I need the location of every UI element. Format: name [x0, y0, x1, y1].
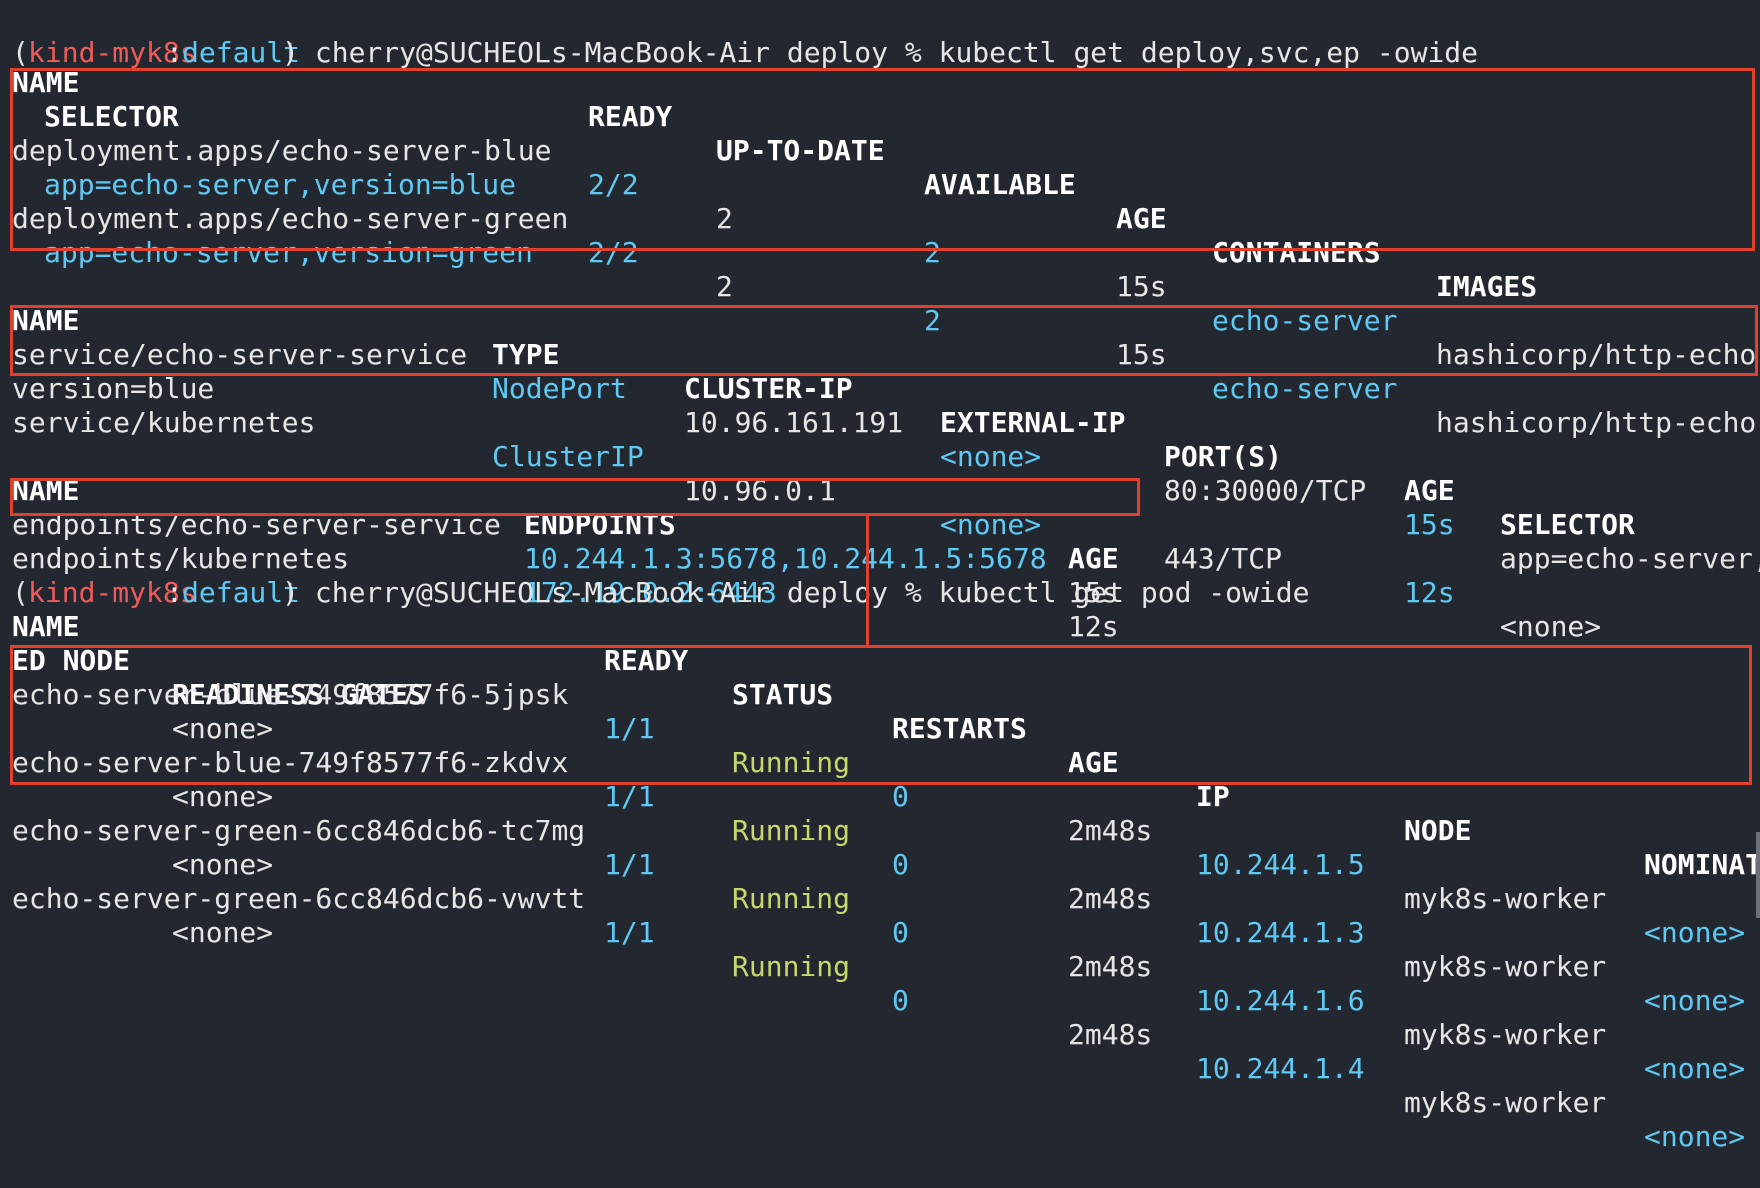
highlight-box-endpoints [10, 478, 1140, 516]
prompt-command: cherry@SUCHEOLs-MacBook-Air deploy % kub… [298, 36, 1479, 69]
pod-ip: 10.244.1.4 [1196, 1052, 1365, 1085]
col-header-images: IMAGES [1436, 270, 1538, 303]
pod-ready: 1/1 [604, 780, 655, 813]
prompt-colon: : [166, 36, 183, 69]
prompt-command: cherry@SUCHEOLs-MacBook-Air deploy % kub… [298, 576, 1310, 609]
prompt-close-paren: ) [282, 36, 299, 69]
pod-node: myk8s-worker [1404, 950, 1607, 983]
pod-nominated-node: <none> [1644, 1120, 1746, 1153]
ep-header-row: NAME ENDPOINTS AGE [0, 440, 1119, 575]
pod-status: Running [732, 814, 851, 847]
service-age: 12s [1404, 576, 1455, 609]
pod-age: 2m48s [1068, 814, 1153, 847]
service-ports: 443/TCP [1164, 542, 1283, 575]
col-header-cluster-ip: CLUSTER-IP [684, 372, 853, 405]
col-header-nominated-node: NOMINAT [1644, 848, 1760, 881]
pod-readiness-gates: <none> [172, 916, 274, 949]
pod-status: Running [732, 950, 851, 983]
pod-header-row: NAME READY STATUS RESTARTS AGE IP NODE N… [0, 576, 1760, 881]
table-row-wrap: <none> [0, 814, 273, 881]
pod-node: myk8s-worker [1404, 1018, 1607, 1051]
shell-prompt-line: (kind-myk8s: default) cherry@SUCHEOLs-Mac… [0, 2, 1478, 69]
prompt-colon: : [166, 576, 183, 609]
endpoints-age: 12s [1068, 610, 1119, 643]
pod-name: echo-server-green-6cc846dcb6-tc7mg [12, 814, 586, 847]
pod-ip: 10.244.1.5 [1196, 848, 1365, 881]
deployment-age: 15s [1116, 270, 1167, 303]
service-selector: <none> [1500, 610, 1602, 643]
highlight-box-service [10, 305, 1758, 376]
pod-name: echo-server-green-6cc846dcb6-vwvtt [12, 882, 586, 915]
table-row: echo-server-green-6cc846dcb6-tc7mg 1/1 R… [0, 780, 1745, 1085]
pod-status: Running [732, 882, 851, 915]
pod-restarts: 0 [892, 916, 909, 949]
table-row-wrap: <none> [0, 882, 273, 949]
col-header-selector: SELECTOR [1500, 508, 1635, 541]
col-header-node: NODE [1404, 814, 1472, 847]
pod-restarts: 0 [892, 780, 909, 813]
pod-readiness-gates: <none> [172, 780, 274, 813]
service-ports: 80:30000/TCP [1164, 474, 1367, 507]
pod-age: 2m48s [1068, 950, 1153, 983]
service-type: NodePort [492, 372, 627, 405]
pod-node: myk8s-worker [1404, 882, 1607, 915]
pod-restarts: 0 [892, 848, 909, 881]
shell-prompt-line: (kind-myk8s: default) cherry@SUCHEOLs-Mac… [0, 542, 1309, 609]
service-selector: app=echo-server, [1500, 542, 1760, 575]
pod-node: myk8s-worker [1404, 1086, 1607, 1119]
terminal-window[interactable]: (kind-myk8s: default) cherry@SUCHEOLs-Mac… [0, 0, 1760, 1153]
pod-ip: 10.244.1.3 [1196, 916, 1365, 949]
pod-age: 2m48s [1068, 1018, 1153, 1051]
col-header-age: AGE [1068, 542, 1119, 575]
highlight-box-blue-pods [10, 645, 1752, 785]
col-header-age: AGE [1404, 474, 1455, 507]
pod-ready: 1/1 [604, 916, 655, 949]
deployment-images: hashicorp/http-echo [1436, 406, 1757, 439]
service-external-ip: <none> [940, 440, 1042, 473]
pod-nominated-node: <none> [1644, 984, 1746, 1017]
prompt-close-paren: ) [282, 576, 299, 609]
service-type: ClusterIP [492, 440, 644, 473]
service-age: 15s [1404, 508, 1455, 541]
deploy-header-row: NAME READY UP-TO-DATE AVAILABLE AGE CONT… [0, 32, 1537, 303]
table-row: service/kubernetes ClusterIP 10.96.0.1 <… [0, 372, 1601, 643]
deployment-up-to-date: 2 [716, 270, 733, 303]
col-header-external-ip: EXTERNAL-IP [940, 406, 1126, 439]
col-header-ip: IP [1196, 780, 1230, 813]
pod-header-row-wrap: ED NODE READINESS GATES [0, 610, 425, 711]
pod-restarts: 0 [892, 984, 909, 1017]
col-header-ports: PORT(S) [1164, 440, 1283, 473]
pod-readiness-gates: <none> [172, 848, 274, 881]
pod-age: 2m48s [1068, 882, 1153, 915]
pod-nominated-node: <none> [1644, 916, 1746, 949]
service-name: service/kubernetes [12, 406, 316, 439]
pod-ip: 10.244.1.6 [1196, 984, 1365, 1017]
annotation-divider-line [866, 516, 869, 646]
svc-header-row: NAME TYPE CLUSTER-IP EXTERNAL-IP PORT(S)… [0, 270, 1635, 541]
endpoints-addresses: 10.244.1.3:5678,10.244.1.5:5678 [524, 542, 1047, 575]
pod-nominated-node: <none> [1644, 1052, 1746, 1085]
service-cluster-ip: 10.96.161.191 [684, 406, 904, 439]
terminal-scrollbar[interactable] [1756, 832, 1760, 918]
highlight-box-deployments [10, 68, 1755, 251]
table-row: echo-server-green-6cc846dcb6-vwvtt 1/1 R… [0, 848, 1745, 1153]
deployment-containers: echo-server [1212, 372, 1398, 405]
pod-ready: 1/1 [604, 848, 655, 881]
